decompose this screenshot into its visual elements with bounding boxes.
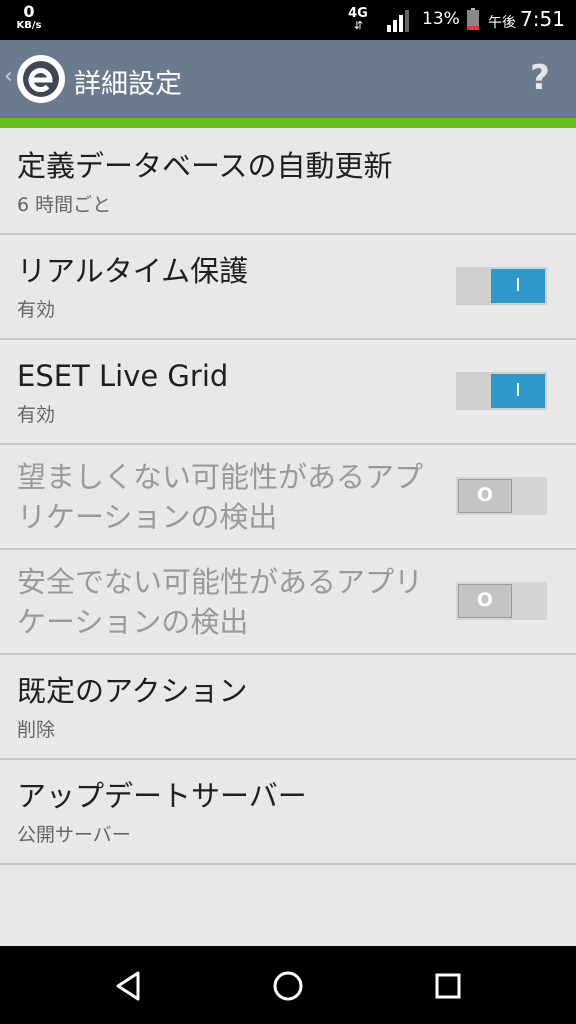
setting-subtitle: 有効 bbox=[17, 299, 56, 321]
setting-update-server[interactable]: アップデートサーバー 公開サーバー bbox=[0, 760, 576, 865]
live-grid-toggle[interactable]: I bbox=[456, 372, 547, 410]
triangle-back-icon[interactable] bbox=[110, 968, 146, 1004]
setting-subtitle: 削除 bbox=[17, 719, 56, 741]
battery-percent: 13% bbox=[422, 9, 460, 29]
setting-subtitle: 有効 bbox=[17, 404, 56, 426]
toggle-knob: O bbox=[458, 479, 512, 513]
toggle-knob: O bbox=[458, 584, 512, 618]
setting-subtitle: 公開サーバー bbox=[17, 824, 131, 846]
square-recents-icon[interactable] bbox=[430, 968, 466, 1004]
app-bar: ‹ 詳細設定 ? bbox=[0, 40, 576, 118]
accent-bar bbox=[0, 118, 576, 128]
setting-title: 安全でない可能性があるアプリケーションの検出 bbox=[17, 565, 424, 639]
network-speed: 0 KB/s bbox=[14, 4, 44, 31]
setting-title: 定義データベースの自動更新 bbox=[17, 149, 393, 183]
back-chevron-icon[interactable]: ‹ bbox=[4, 64, 13, 89]
toggle-knob: I bbox=[491, 374, 545, 408]
unsafe-app-detection-toggle[interactable]: O bbox=[456, 582, 547, 620]
settings-list: 定義データベースの自動更新 6 時間ごと リアルタイム保護 有効 I ESET … bbox=[0, 130, 576, 865]
setting-title: ESET Live Grid bbox=[17, 359, 229, 393]
network-speed-unit: KB/s bbox=[16, 20, 42, 31]
setting-title: 望ましくない可能性があるアプリケーションの検出 bbox=[17, 460, 424, 534]
setting-pua-detection[interactable]: 望ましくない可能性があるアプリケーションの検出 O bbox=[0, 445, 576, 550]
page-title: 詳細設定 bbox=[74, 69, 182, 100]
clock-ampm: 午後 bbox=[488, 15, 516, 31]
setting-unsafe-app-detection[interactable]: 安全でない可能性があるアプリケーションの検出 O bbox=[0, 550, 576, 655]
setting-title: 既定のアクション bbox=[17, 674, 248, 708]
network-type: 4G ⇵ bbox=[344, 7, 372, 31]
realtime-protection-toggle[interactable]: I bbox=[456, 267, 547, 305]
status-bar: 0 KB/s 4G ⇵ 13% 午後 7:51 bbox=[0, 0, 576, 40]
data-activity-icon: ⇵ bbox=[353, 19, 363, 32]
signal-strength-icon bbox=[387, 10, 409, 32]
navigation-bar bbox=[0, 946, 576, 1024]
battery-icon bbox=[467, 8, 479, 30]
help-icon[interactable]: ? bbox=[522, 56, 558, 100]
setting-realtime-protection[interactable]: リアルタイム保護 有効 I bbox=[0, 235, 576, 340]
pua-detection-toggle[interactable]: O bbox=[456, 477, 547, 515]
clock-time: 7:51 bbox=[520, 7, 565, 31]
network-speed-value: 0 bbox=[23, 2, 35, 21]
setting-title: アップデートサーバー bbox=[17, 779, 307, 813]
setting-title: リアルタイム保護 bbox=[17, 254, 249, 288]
circle-home-icon[interactable] bbox=[270, 968, 306, 1004]
setting-live-grid[interactable]: ESET Live Grid 有効 I bbox=[0, 340, 576, 445]
eset-logo-icon[interactable] bbox=[17, 55, 65, 103]
setting-subtitle: 6 時間ごと bbox=[17, 194, 112, 216]
setting-auto-update[interactable]: 定義データベースの自動更新 6 時間ごと bbox=[0, 130, 576, 235]
setting-default-action[interactable]: 既定のアクション 削除 bbox=[0, 655, 576, 760]
toggle-knob: I bbox=[491, 269, 545, 303]
